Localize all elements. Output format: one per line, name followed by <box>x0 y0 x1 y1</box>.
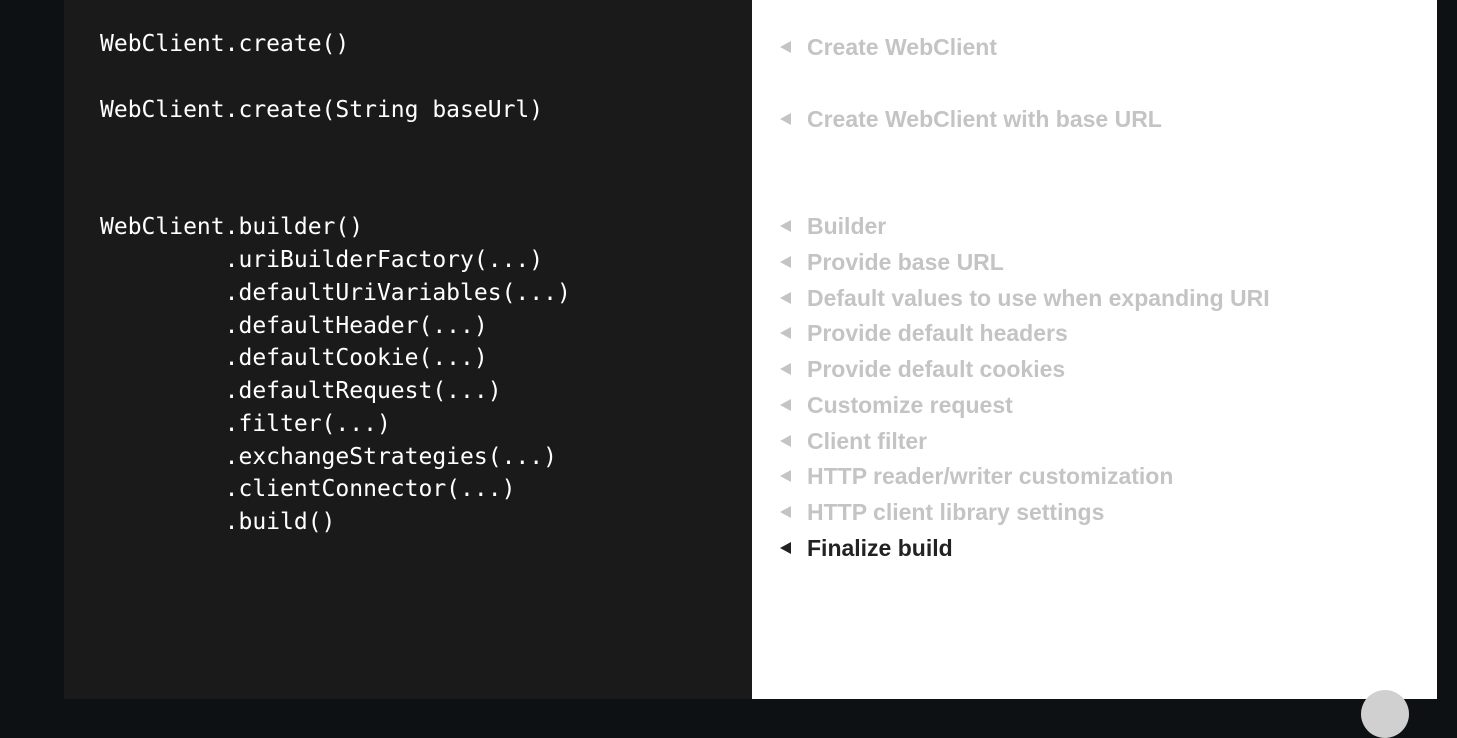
note-label: HTTP client library settings <box>807 498 1105 525</box>
left-triangle-icon <box>780 220 791 232</box>
right-edge <box>1437 0 1457 699</box>
navigation-button[interactable] <box>1361 690 1409 738</box>
note-default-values: Default values to use when expanding URI <box>778 284 1270 312</box>
note-provide-base-url: Provide base URL <box>778 248 1004 276</box>
code-line-default-cookie: .defaultCookie(...) <box>100 345 488 371</box>
left-triangle-icon <box>780 363 791 375</box>
code-line-create-baseurl: WebClient.create(String baseUrl) <box>100 97 544 123</box>
note-customize-request: Customize request <box>778 391 1013 419</box>
slide-frame: WebClient.create() WebClient.create(Stri… <box>0 0 1457 738</box>
note-label: Create WebClient with base URL <box>807 105 1162 132</box>
code-line-default-request: .defaultRequest(...) <box>100 378 502 404</box>
note-label: Create WebClient <box>807 33 998 60</box>
note-http-client-library: HTTP client library settings <box>778 498 1104 526</box>
code-line-default-uri-variables: .defaultUriVariables(...) <box>100 280 571 306</box>
left-triangle-icon <box>780 113 791 125</box>
left-triangle-icon <box>780 506 791 518</box>
note-builder: Builder <box>778 212 886 240</box>
note-label: Provide default cookies <box>807 355 1066 382</box>
note-label: Customize request <box>807 391 1013 418</box>
note-finalize-build: Finalize build <box>778 534 953 562</box>
note-label: Finalize build <box>807 534 953 561</box>
left-triangle-icon <box>780 542 791 554</box>
note-label: Default values to use when expanding URI <box>807 284 1270 311</box>
left-triangle-icon <box>780 292 791 304</box>
left-triangle-icon <box>780 470 791 482</box>
code-line-create: WebClient.create() <box>100 31 350 57</box>
note-default-headers: Provide default headers <box>778 319 1068 347</box>
code-line-default-header: .defaultHeader(...) <box>100 313 488 339</box>
code-line-filter: .filter(...) <box>100 411 391 437</box>
code-line-exchange-strategies: .exchangeStrategies(...) <box>100 444 557 470</box>
left-triangle-icon <box>780 399 791 411</box>
left-triangle-icon <box>780 256 791 268</box>
note-create-webclient-base-url: Create WebClient with base URL <box>778 105 1162 133</box>
note-label: HTTP reader/writer customization <box>807 462 1174 489</box>
left-triangle-icon <box>780 435 791 447</box>
note-default-cookies: Provide default cookies <box>778 355 1065 383</box>
code-line-uri-builder-factory: .uriBuilderFactory(...) <box>100 247 544 273</box>
left-triangle-icon <box>780 41 791 53</box>
note-client-filter: Client filter <box>778 427 927 455</box>
code-line-build: .build() <box>100 509 336 535</box>
code-line-builder: WebClient.builder() <box>100 214 364 240</box>
left-triangle-icon <box>780 327 791 339</box>
note-label: Provide base URL <box>807 248 1004 275</box>
note-label: Client filter <box>807 427 928 454</box>
note-label: Provide default headers <box>807 319 1068 346</box>
note-http-reader-writer: HTTP reader/writer customization <box>778 462 1173 490</box>
code-line-client-connector: .clientConnector(...) <box>100 476 516 502</box>
note-label: Builder <box>807 212 887 239</box>
note-create-webclient: Create WebClient <box>778 33 997 61</box>
